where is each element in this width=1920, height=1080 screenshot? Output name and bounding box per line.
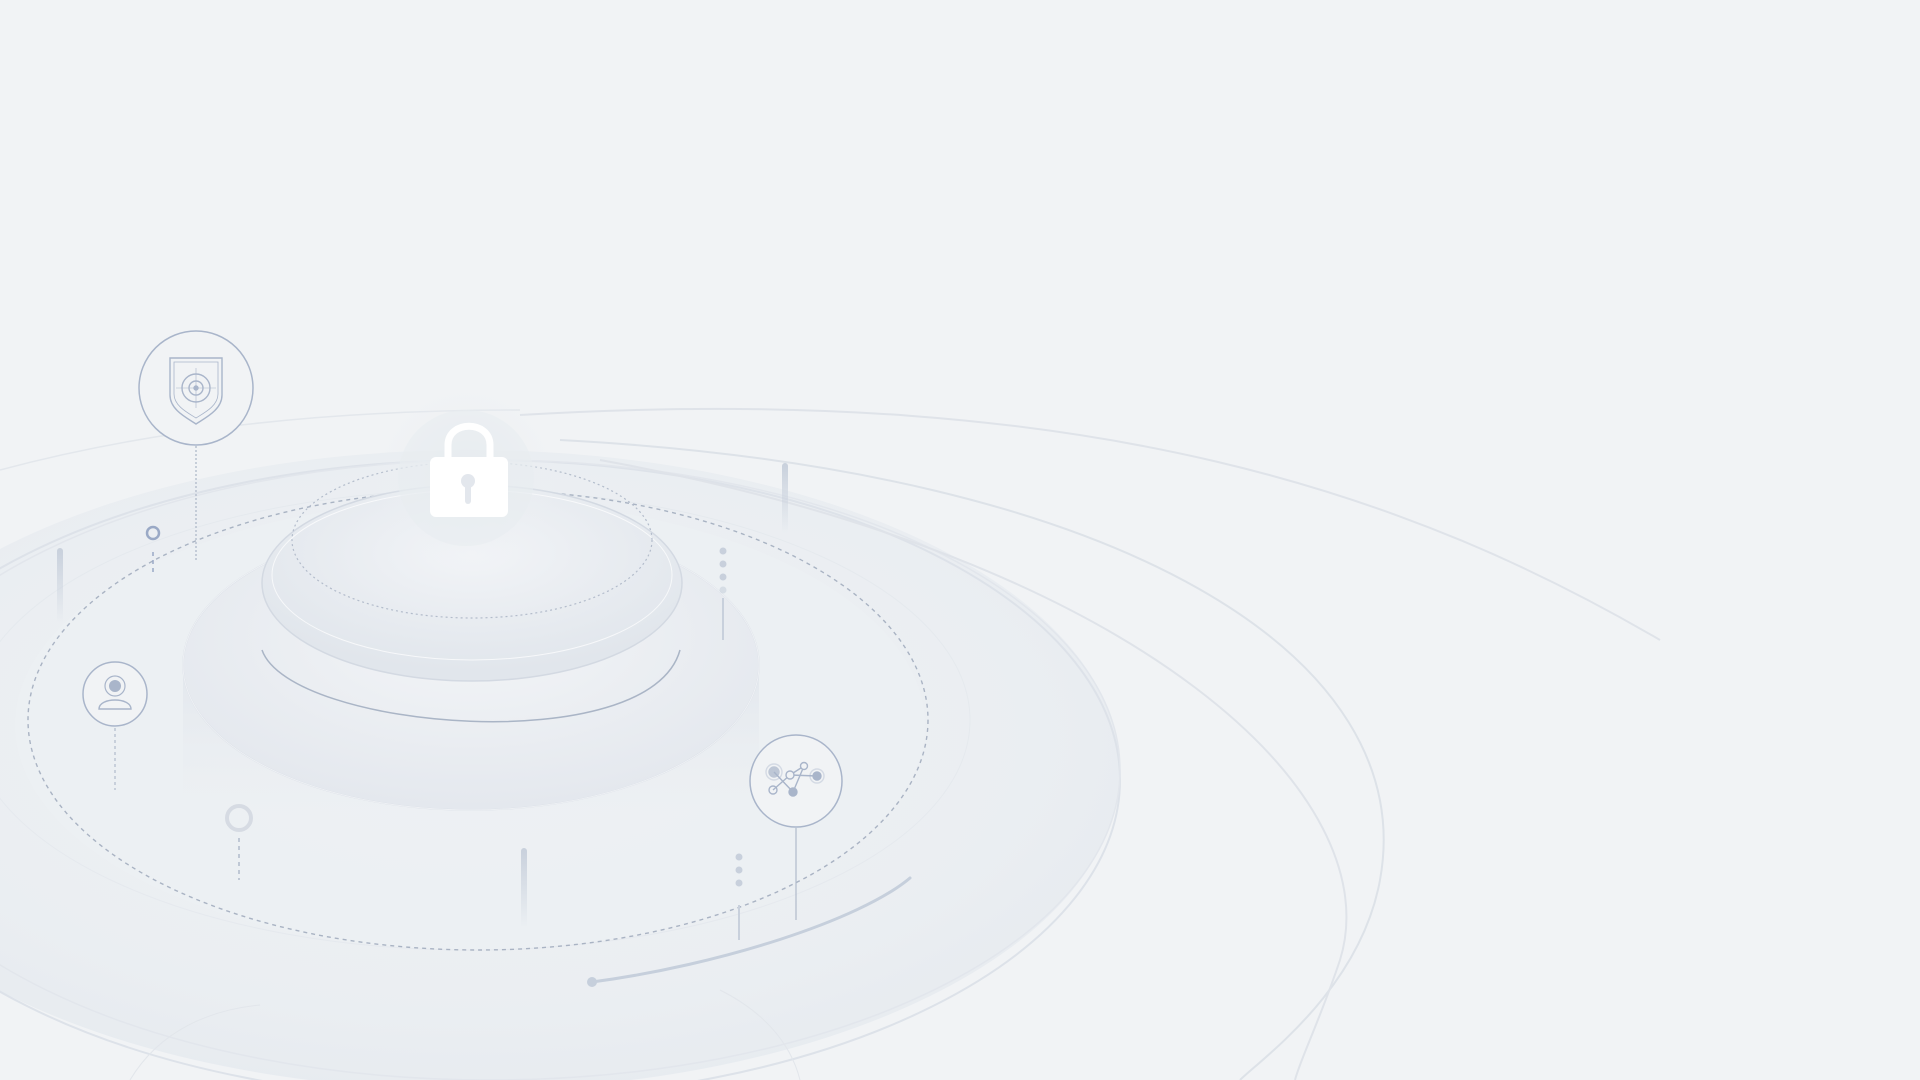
login-background-illustration — [0, 0, 1920, 1080]
security-illustration — [0, 330, 1661, 1080]
